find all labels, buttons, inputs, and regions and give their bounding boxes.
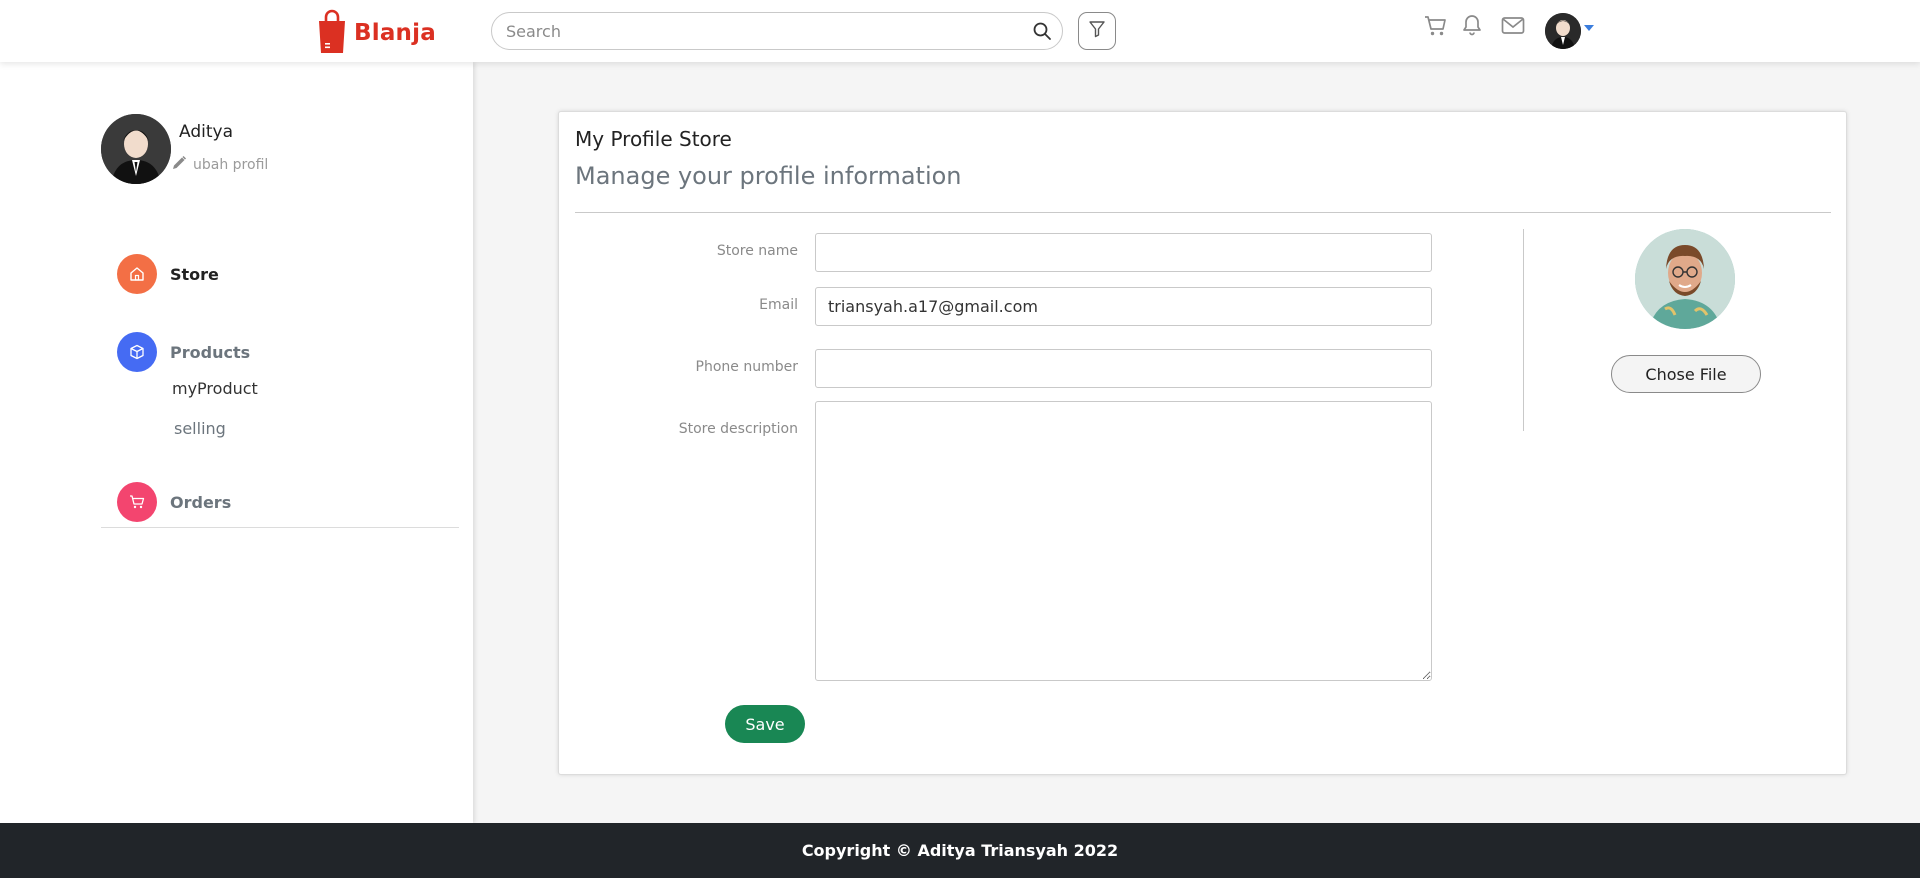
top-navbar: Blanja [0,0,1920,62]
bell-icon[interactable] [1461,13,1483,41]
sidebar-item-label: Products [170,342,251,362]
pencil-icon [171,155,187,175]
vertical-divider [1523,229,1524,431]
store-description-textarea[interactable] [815,401,1432,681]
brand-logo[interactable]: Blanja [316,9,436,57]
sidebar-item-store[interactable]: Store [117,254,219,294]
description-label: Store description [678,421,798,437]
mail-icon[interactable] [1501,16,1525,40]
phone-input[interactable] [815,349,1432,388]
profile-name: Aditya [179,122,233,142]
search-bar [491,12,1063,50]
card-divider [575,212,1831,213]
sidebar: Aditya ubah profil Store Products myProd [0,62,473,823]
footer: Copyright © Aditya Triansyah 2022 [0,823,1920,878]
page-subtitle: Manage your profile information [575,162,962,190]
save-button[interactable]: Save [725,705,805,743]
home-icon [117,254,157,294]
filter-icon [1088,20,1106,42]
edit-profile-label: ubah profil [193,157,269,173]
store-name-label: Store name [716,243,798,259]
phone-label: Phone number [695,359,798,375]
sidebar-subitem-selling[interactable]: selling [174,419,226,438]
email-label: Email [759,297,798,313]
shopping-bag-icon [316,9,348,57]
edit-profile-link[interactable]: ubah profil [171,155,268,175]
sidebar-item-label: Orders [170,492,232,512]
avatar[interactable] [1545,13,1581,49]
sidebar-item-label: Store [170,264,219,284]
sidebar-item-orders[interactable]: Orders [117,482,231,522]
filter-button[interactable] [1078,12,1116,50]
cart-icon [117,482,157,522]
box-icon [117,332,157,372]
email-input[interactable] [815,287,1432,326]
profile-store-card: My Profile Store Manage your profile inf… [558,111,1847,775]
search-icon[interactable] [1032,21,1052,45]
sidebar-divider [101,527,459,528]
cart-icon[interactable] [1424,14,1448,42]
caret-down-icon[interactable] [1584,25,1594,31]
store-name-input[interactable] [815,233,1432,272]
copyright-text: Copyright © Aditya Triansyah 2022 [801,841,1119,860]
page-title: My Profile Store [575,127,732,151]
search-input[interactable] [506,22,1006,41]
brand-name: Blanja [354,20,436,46]
profile-avatar [101,114,171,184]
choose-file-button[interactable]: Chose File [1611,355,1761,393]
store-photo [1635,229,1735,329]
sidebar-item-products[interactable]: Products [117,332,250,372]
sidebar-subitem-myproduct[interactable]: myProduct [172,379,258,398]
